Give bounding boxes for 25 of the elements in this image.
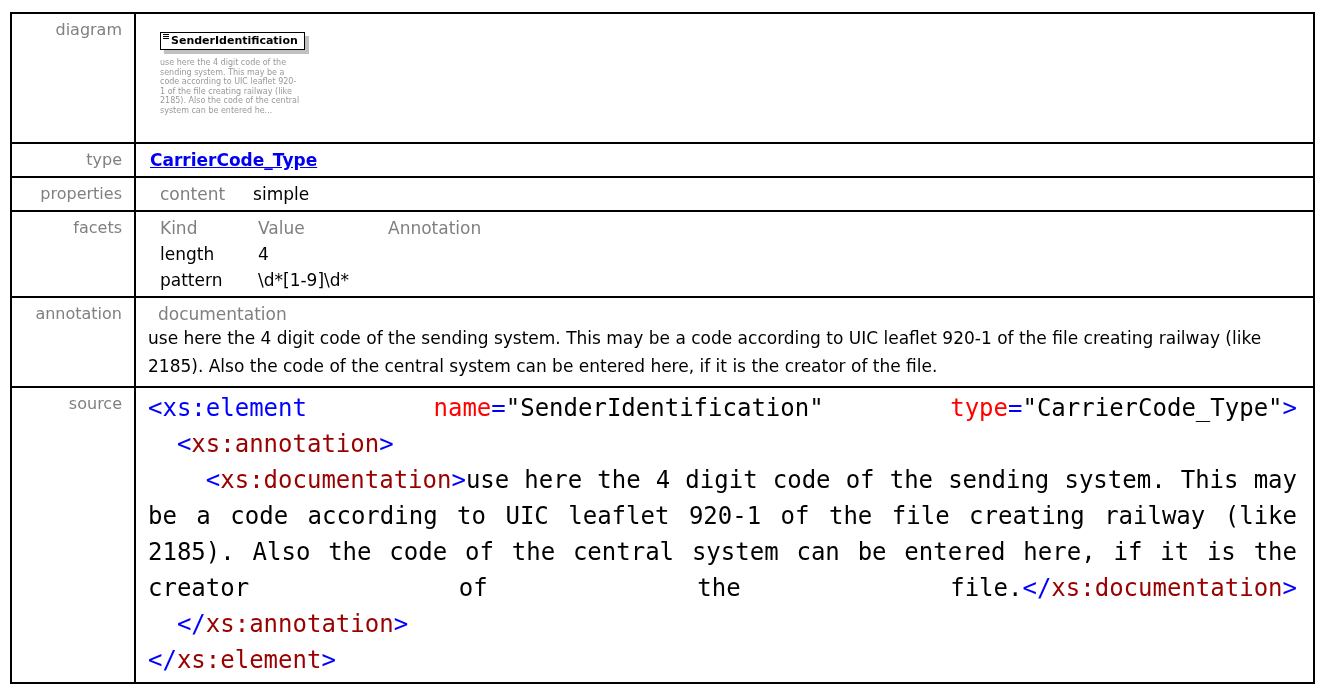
row-label: source bbox=[12, 387, 136, 684]
row-label: type bbox=[12, 143, 136, 178]
lines-icon bbox=[163, 34, 169, 40]
source-code-line: <xs:element name="SenderIdentification" type="CarrierCode_Type"> bbox=[148, 392, 1297, 424]
facet-kind: length bbox=[160, 243, 216, 264]
row-label: annotation bbox=[12, 297, 136, 388]
property-name: content bbox=[160, 183, 226, 204]
row-label: diagram bbox=[12, 14, 136, 144]
documentation-heading: documentation bbox=[157, 303, 288, 324]
column-header: Value bbox=[258, 217, 306, 238]
source-code-line: <xs:annotation> bbox=[175, 428, 395, 460]
source-code-line: </xs:element> bbox=[148, 644, 337, 676]
facet-kind: pattern bbox=[160, 269, 224, 290]
row-label: properties bbox=[12, 177, 136, 212]
column-header: Kind bbox=[160, 217, 199, 238]
source-code-line: <xs:documentation>use here the 4 digit code of the sending system. This may be a code according to UIC leaflet 920-1 of the file creating railway (like 2185). Also the code of the central system can be entered here, if it is the creator of the file.</xs:documentation> bbox=[148, 464, 1297, 604]
element-description: use here the 4 digit code of the sending system. This may be a code according to UIC leaflet 920-1 of the file creating railway (like 2185). Also the code of the central system can be entered he... bbox=[160, 58, 300, 116]
facet-value: \d*[1-9]\d* bbox=[258, 269, 351, 290]
property-value: simple bbox=[253, 183, 310, 204]
column-header: Annotation bbox=[388, 217, 482, 238]
type-link[interactable]: CarrierCode_Type bbox=[150, 149, 318, 170]
source-code-line: </xs:annotation> bbox=[175, 608, 410, 640]
documentation-text: use here the 4 digit code of the sending system. This may be a code according to UIC leaflet 920-1 of the file creating railway (like 2185). Also the code of the central system can be entered here, if it is the creator of the file. bbox=[148, 326, 1263, 378]
facet-value: 4 bbox=[258, 243, 270, 264]
row-label: facets bbox=[12, 211, 136, 298]
